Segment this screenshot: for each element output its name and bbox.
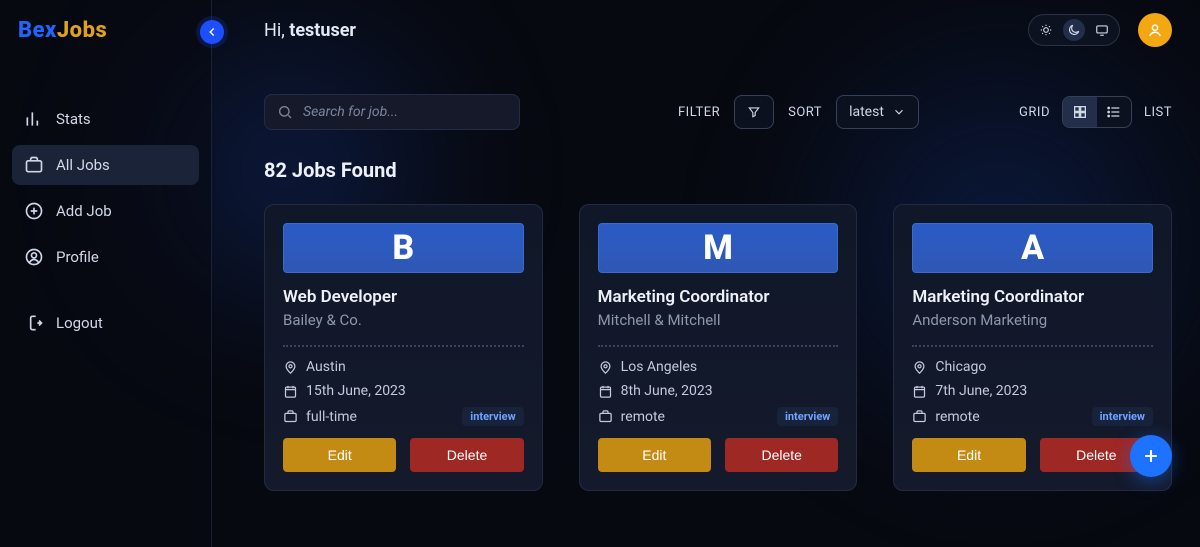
sort-value: latest bbox=[849, 104, 884, 120]
filter-button[interactable] bbox=[734, 95, 774, 129]
sidebar-item-label: Add Job bbox=[56, 202, 112, 220]
job-type: remote bbox=[621, 409, 665, 425]
greeting: Hi, testuser bbox=[264, 20, 356, 41]
chevron-down-icon bbox=[892, 105, 906, 119]
list-icon bbox=[1106, 104, 1122, 120]
user-avatar[interactable] bbox=[1138, 13, 1172, 47]
job-title: Web Developer bbox=[283, 287, 524, 307]
results-count: 82 Jobs Found bbox=[212, 130, 1200, 182]
main: Hi, testuser Search for job... FILTER SO… bbox=[212, 0, 1200, 547]
theme-dark-button[interactable] bbox=[1063, 19, 1085, 41]
briefcase-icon bbox=[912, 409, 927, 424]
sun-icon bbox=[1039, 23, 1053, 37]
job-title: Marketing Coordinator bbox=[912, 287, 1153, 307]
job-card: A Marketing Coordinator Anderson Marketi… bbox=[893, 204, 1172, 491]
map-pin-icon bbox=[598, 360, 613, 375]
search-icon bbox=[277, 104, 293, 120]
sort-label: SORT bbox=[788, 105, 822, 120]
theme-light-button[interactable] bbox=[1035, 19, 1057, 41]
moon-icon bbox=[1067, 23, 1081, 37]
divider bbox=[598, 345, 839, 347]
bar-chart-icon bbox=[24, 109, 44, 129]
edit-button[interactable]: Edit bbox=[283, 438, 396, 472]
controls-row: Search for job... FILTER SORT latest GRI… bbox=[212, 60, 1200, 130]
sidebar-item-label: Logout bbox=[56, 314, 103, 332]
divider bbox=[912, 345, 1153, 347]
briefcase-icon bbox=[24, 155, 44, 175]
divider bbox=[283, 345, 524, 347]
status-badge: interview bbox=[777, 407, 838, 426]
greeting-username: testuser bbox=[289, 20, 356, 41]
status-badge: interview bbox=[462, 407, 523, 426]
edit-button[interactable]: Edit bbox=[598, 438, 711, 472]
sidebar-item-all-jobs[interactable]: All Jobs bbox=[12, 145, 199, 185]
sidebar-item-logout[interactable]: Logout bbox=[12, 303, 199, 343]
job-date: 15th June, 2023 bbox=[306, 383, 406, 399]
job-card: M Marketing Coordinator Mitchell & Mitch… bbox=[579, 204, 858, 491]
user-circle-icon bbox=[24, 247, 44, 267]
greeting-prefix: Hi, bbox=[264, 20, 289, 41]
view-list-button[interactable] bbox=[1097, 97, 1131, 127]
map-pin-icon bbox=[912, 360, 927, 375]
job-date: 8th June, 2023 bbox=[621, 383, 713, 399]
sidebar-nav: Stats All Jobs Add Job Profile Logout bbox=[0, 65, 211, 349]
job-company: Bailey & Co. bbox=[283, 311, 524, 329]
calendar-icon bbox=[283, 384, 298, 399]
job-location: Chicago bbox=[935, 359, 986, 375]
job-location: Los Angeles bbox=[621, 359, 697, 375]
logo-part1: Bex bbox=[18, 18, 57, 43]
view-toggle bbox=[1062, 96, 1132, 128]
grid-label: GRID bbox=[1019, 105, 1050, 120]
edit-button[interactable]: Edit bbox=[912, 438, 1025, 472]
briefcase-icon bbox=[283, 409, 298, 424]
job-type: remote bbox=[935, 409, 979, 425]
job-letter: M bbox=[598, 223, 839, 273]
user-icon bbox=[1146, 21, 1164, 39]
search-placeholder: Search for job... bbox=[303, 104, 398, 120]
funnel-icon bbox=[747, 105, 761, 119]
sidebar-item-label: Stats bbox=[56, 110, 91, 128]
plus-circle-icon bbox=[24, 201, 44, 221]
status-badge: interview bbox=[1092, 407, 1153, 426]
delete-button[interactable]: Delete bbox=[410, 438, 523, 472]
map-pin-icon bbox=[283, 360, 298, 375]
job-cards: B Web Developer Bailey & Co. Austin 15th… bbox=[212, 182, 1200, 491]
sidebar-item-label: All Jobs bbox=[56, 156, 110, 174]
search-input[interactable]: Search for job... bbox=[264, 94, 520, 130]
logo-part2: Jobs bbox=[57, 18, 107, 43]
sort-select[interactable]: latest bbox=[836, 95, 919, 129]
job-letter: A bbox=[912, 223, 1153, 273]
briefcase-icon bbox=[598, 409, 613, 424]
monitor-icon bbox=[1095, 23, 1109, 37]
logout-icon bbox=[24, 313, 44, 333]
sidebar-item-stats[interactable]: Stats bbox=[12, 99, 199, 139]
job-date: 7th June, 2023 bbox=[935, 383, 1027, 399]
job-company: Anderson Marketing bbox=[912, 311, 1153, 329]
topbar: Hi, testuser bbox=[212, 0, 1200, 60]
filter-label: FILTER bbox=[678, 105, 720, 120]
job-card: B Web Developer Bailey & Co. Austin 15th… bbox=[264, 204, 543, 491]
sidebar: BexJobs Stats All Jobs Add Job Profile L… bbox=[0, 0, 212, 547]
sidebar-item-profile[interactable]: Profile bbox=[12, 237, 199, 277]
job-title: Marketing Coordinator bbox=[598, 287, 839, 307]
job-letter: B bbox=[283, 223, 524, 273]
sidebar-item-label: Profile bbox=[56, 248, 99, 266]
theme-system-button[interactable] bbox=[1091, 19, 1113, 41]
list-label: LIST bbox=[1144, 105, 1172, 120]
delete-button[interactable]: Delete bbox=[725, 438, 838, 472]
calendar-icon bbox=[912, 384, 927, 399]
sidebar-item-add-job[interactable]: Add Job bbox=[12, 191, 199, 231]
grid-icon bbox=[1072, 104, 1088, 120]
job-type: full-time bbox=[306, 409, 357, 425]
theme-switch bbox=[1028, 14, 1120, 46]
job-company: Mitchell & Mitchell bbox=[598, 311, 839, 329]
calendar-icon bbox=[598, 384, 613, 399]
job-location: Austin bbox=[306, 359, 346, 375]
app-logo: BexJobs bbox=[0, 0, 211, 65]
view-grid-button[interactable] bbox=[1063, 97, 1097, 127]
add-job-fab[interactable] bbox=[1130, 435, 1172, 477]
plus-icon bbox=[1141, 446, 1161, 466]
